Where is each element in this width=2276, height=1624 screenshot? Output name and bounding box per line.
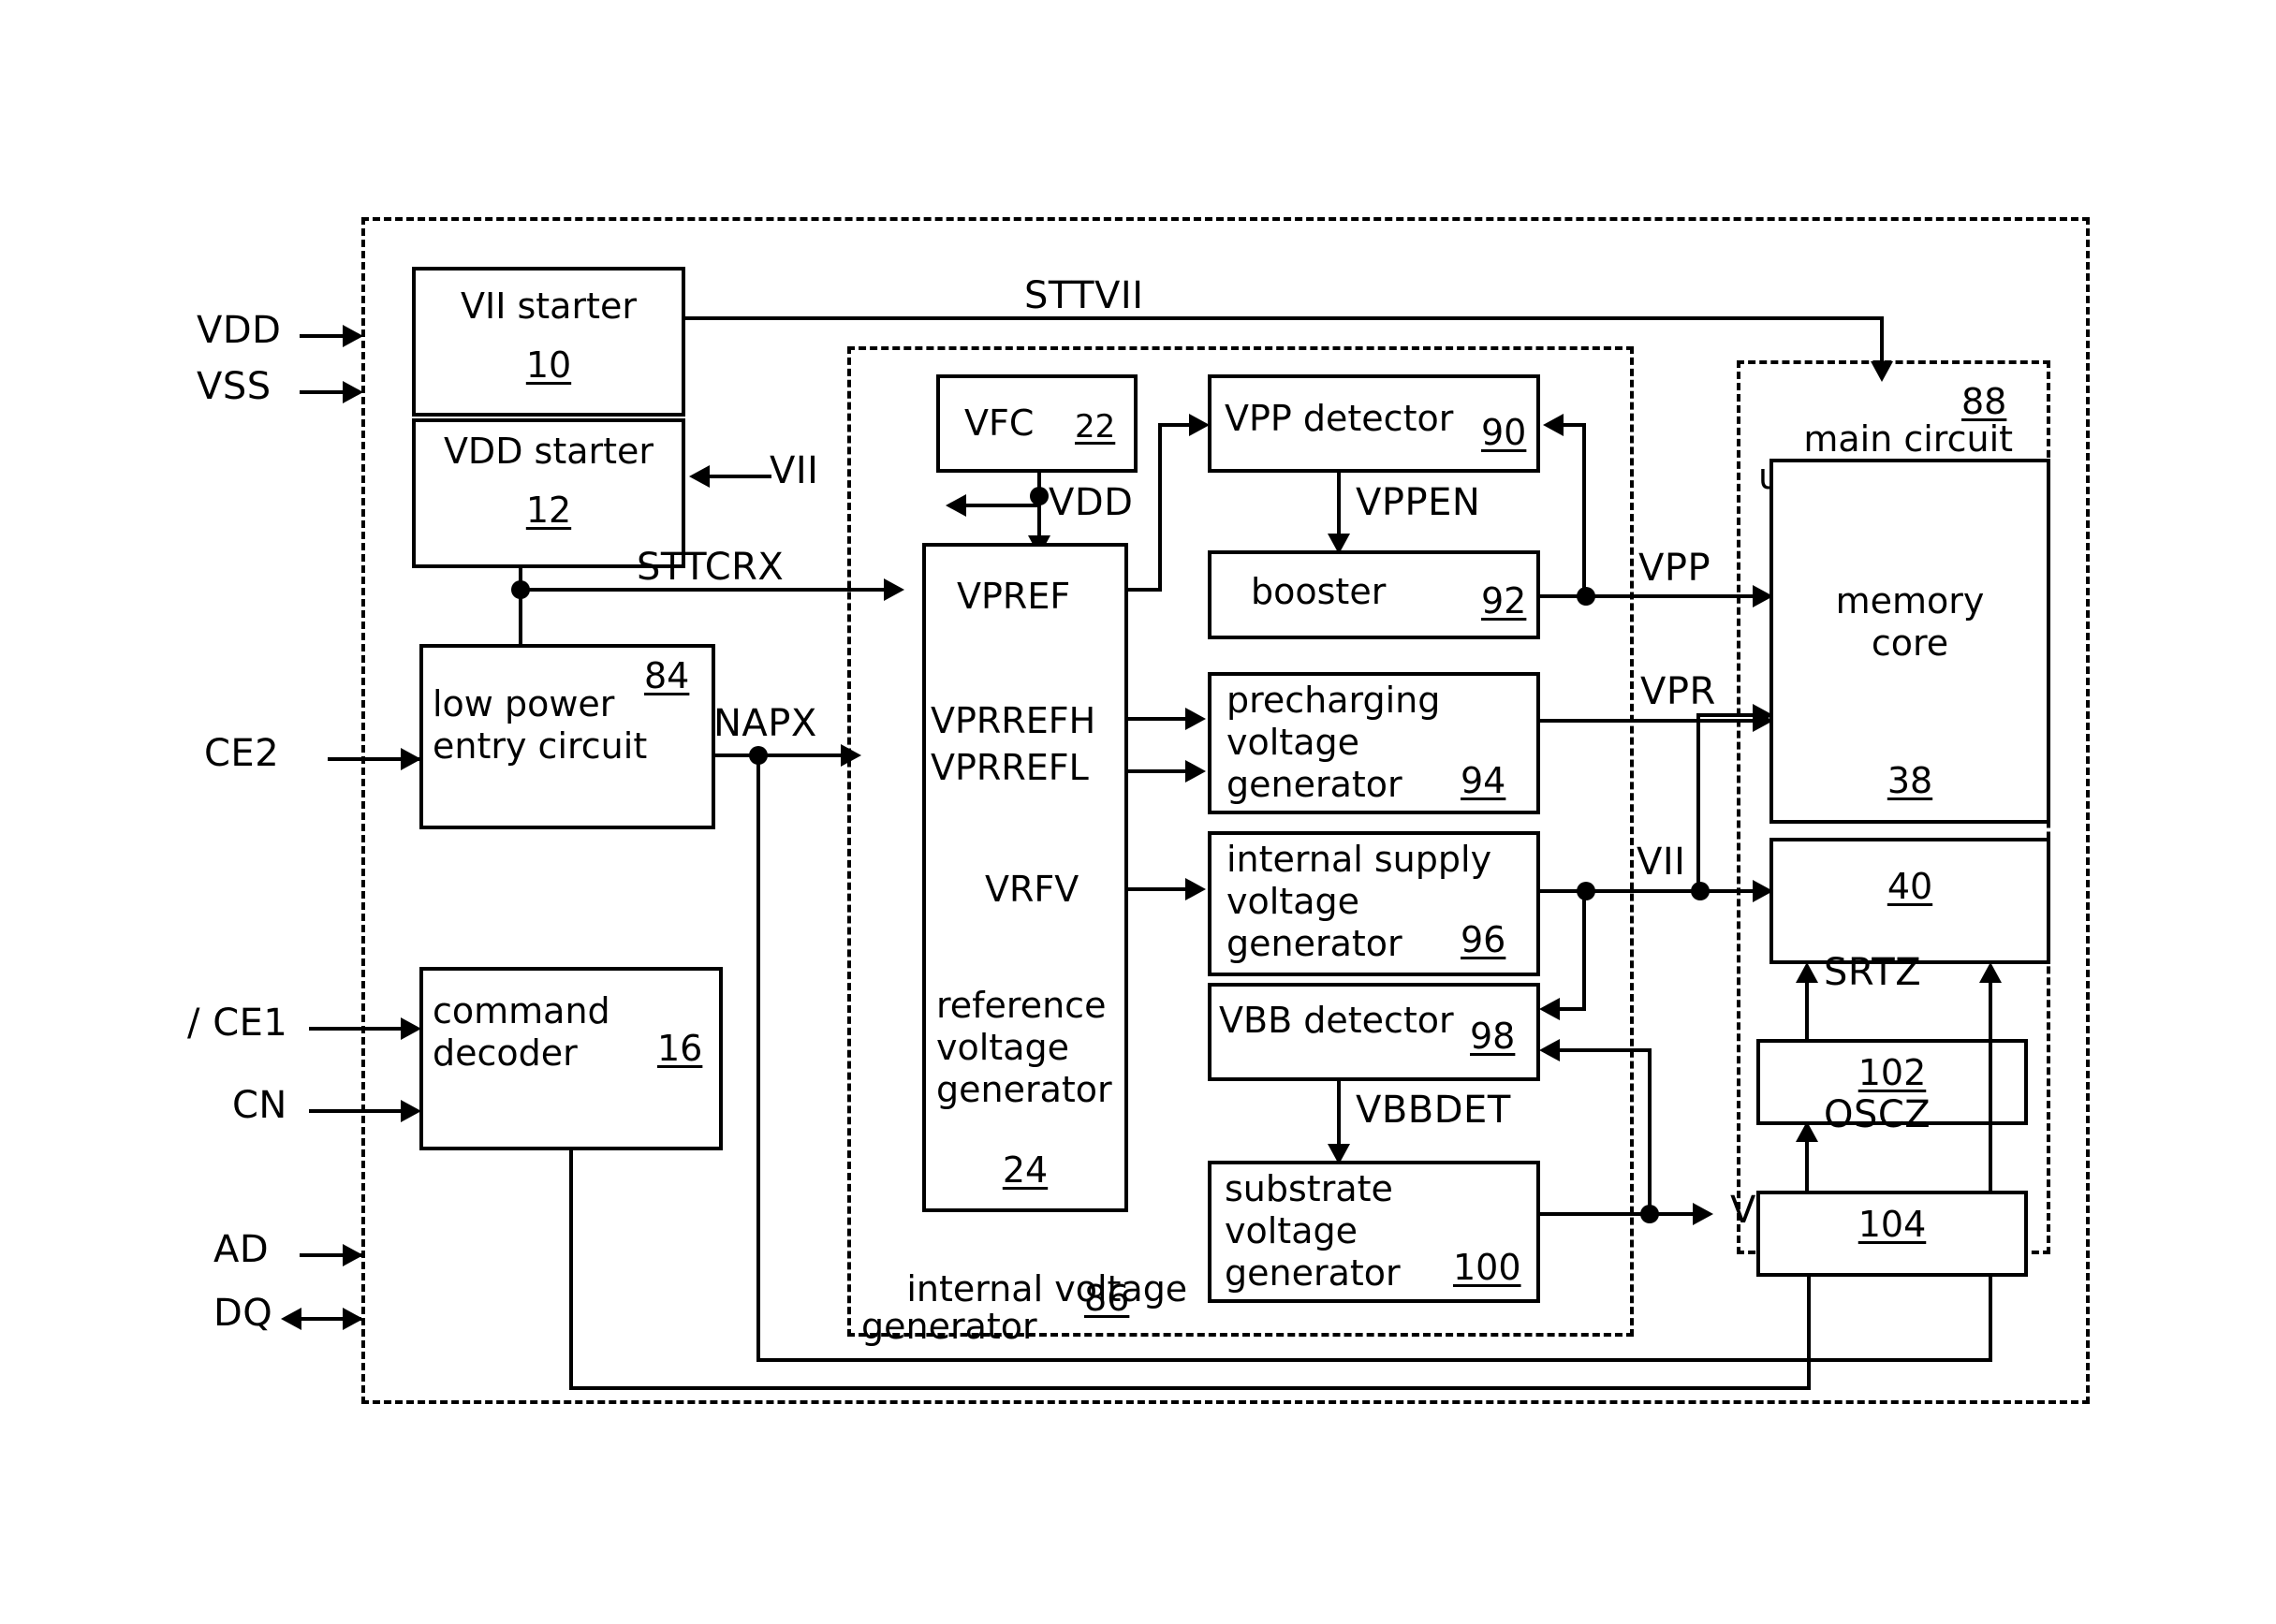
signal-vii-out-label: VII — [1637, 841, 1686, 884]
signal-sttcrx-label: STTCRX — [637, 546, 785, 589]
signal-oscz-label: OSCZ — [1824, 1093, 1931, 1136]
block-internal-supply-label: internal supply voltage generator — [1226, 839, 1492, 964]
block-memory-core-num: 38 — [1887, 760, 1933, 801]
signal-sttvii-label: STTVII — [1024, 274, 1144, 317]
block-vfc-num: 22 — [1075, 408, 1116, 446]
block-booster-num: 92 — [1481, 580, 1527, 622]
signal-vbbdet-label: VBBDET — [1356, 1089, 1511, 1132]
pin-label-vss: VSS — [197, 365, 272, 408]
block-command-decoder-num: 16 — [657, 1028, 703, 1069]
signal-vpr-label: VPR — [1640, 670, 1716, 713]
block-precharging-label: precharging voltage generator — [1226, 680, 1441, 805]
block-memory-core-label: memory core — [1835, 580, 1985, 664]
block-vpp-detector-num: 90 — [1481, 412, 1527, 453]
block-vbb-detector-num: 98 — [1470, 1016, 1516, 1057]
wire-sttvii — [685, 316, 1884, 320]
pin-label-ce1: / CE1 — [187, 1002, 288, 1045]
block-vii-starter-num: 10 — [525, 344, 572, 386]
signal-napx-label: NAPX — [713, 702, 817, 745]
block-refgen-label: reference voltage generator — [936, 985, 1112, 1110]
block-internal-supply-num: 96 — [1461, 919, 1506, 960]
signal-vprrefh-label: VPRREFH — [931, 700, 1096, 741]
signal-vdd-node-label: VDD — [1049, 481, 1134, 524]
block-104-num: 104 — [1858, 1204, 1927, 1245]
block-refgen-num: 24 — [1002, 1149, 1049, 1191]
block-102-num: 102 — [1858, 1052, 1927, 1093]
pin-label-ad: AD — [213, 1228, 270, 1271]
block-vdd-starter-label: VDD starter — [443, 431, 654, 472]
internal-voltage-generator-num: 86 — [1084, 1278, 1130, 1319]
junction-vpp — [1577, 587, 1595, 606]
block-vii-starter-label: VII starter — [461, 285, 637, 327]
signal-vrfv-label: VRFV — [985, 869, 1079, 910]
pin-label-vdd: VDD — [197, 309, 282, 352]
wire-vpr — [1540, 719, 1767, 723]
block-40-num: 40 — [1887, 866, 1933, 907]
junction-vbb — [1640, 1205, 1659, 1223]
pin-label-ce2: CE2 — [204, 732, 280, 775]
block-vpp-detector-label: VPP detector — [1225, 398, 1454, 439]
pin-label-dq: DQ — [213, 1292, 273, 1335]
wire-vii-out — [1540, 889, 1767, 893]
block-substrate-num: 100 — [1453, 1247, 1521, 1288]
junction-vii-2 — [1691, 882, 1710, 900]
signal-vprrefl-label: VPRREFL — [931, 747, 1089, 788]
figure-canvas: internal voltage generator 86 main circu… — [0, 0, 2276, 1624]
block-substrate-label: substrate voltage generator — [1225, 1168, 1401, 1294]
block-vbb-detector-label: VBB detector — [1219, 1000, 1454, 1041]
junction-vdd-node — [1030, 487, 1049, 505]
signal-vii-input-label: VII — [770, 449, 819, 492]
block-command-decoder-label: command decoder — [433, 990, 610, 1074]
block-vfc-label: VFC — [964, 402, 1035, 444]
block-vdd-starter-num: 12 — [525, 490, 572, 531]
signal-vppen-label: VPPEN — [1356, 481, 1481, 524]
wire-vpp — [1540, 594, 1765, 598]
signal-vpp-label: VPP — [1638, 547, 1711, 590]
block-booster-label: booster — [1251, 571, 1387, 612]
signal-vpref-label: VPREF — [957, 576, 1071, 617]
junction-vii-1 — [1577, 882, 1595, 900]
wire-vbb — [1540, 1212, 1709, 1216]
main-circuit-unit-num: 88 — [1961, 381, 2007, 422]
block-low-power-num: 84 — [644, 655, 690, 696]
block-precharging-num: 94 — [1461, 760, 1506, 801]
wire-napx — [715, 753, 854, 757]
block-low-power-label: low power entry circuit — [433, 683, 648, 767]
pin-label-cn: CN — [232, 1084, 287, 1127]
signal-srtz-label: SRTZ — [1824, 951, 1922, 994]
